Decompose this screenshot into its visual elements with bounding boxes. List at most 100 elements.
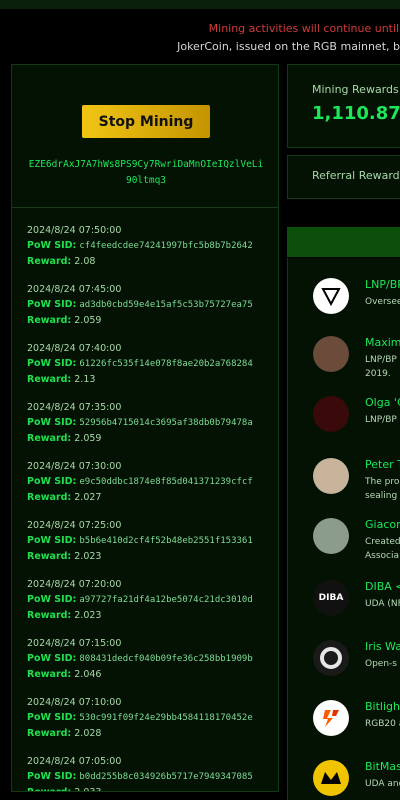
mining-record: 2024/8/24 07:15:00 PoW SID: 808431dedcf04… [27, 636, 277, 695]
record-sid: cf4feedcdee74241997bfc5b8b7b2642 [79, 241, 253, 251]
partner-name: Iris Wa [365, 640, 400, 653]
reward-label: Reward: [27, 728, 72, 739]
mining-record: 2024/8/24 07:20:00 PoW SID: a97727fa21df4… [27, 577, 277, 636]
record-reward: 2.08 [74, 256, 96, 267]
partner-desc-line: RGB20 a [365, 719, 400, 729]
record-time: 2024/8/24 07:50:00 [27, 225, 122, 236]
mining-record: 2024/8/24 07:50:00 PoW SID: cf4feedcdee74… [27, 223, 277, 282]
partner-name: Peter T [365, 458, 400, 471]
mining-record: 2024/8/24 07:40:00 PoW SID: 61226fc535f14… [27, 341, 277, 400]
portrait-icon [313, 518, 349, 554]
partner-description: Created Associa [365, 535, 400, 563]
partner-description: Overseen [365, 295, 400, 309]
record-time: 2024/8/24 07:25:00 [27, 520, 122, 531]
mining-record: 2024/8/24 07:45:00 PoW SID: ad3db0cbd59e4… [27, 282, 277, 341]
partner-name: DIBA < [365, 580, 400, 593]
record-time: 2024/8/24 07:20:00 [27, 579, 122, 590]
reward-label: Reward: [27, 492, 72, 503]
partner-desc-line: UDA (NF [365, 599, 400, 609]
notice-banner: Mining activities will continue until th… [0, 20, 400, 60]
sid-label: PoW SID: [27, 240, 77, 251]
partner-item[interactable]: Olga 'C LNP/BP [288, 396, 400, 456]
record-reward: 2.027 [74, 492, 102, 503]
portrait-icon [313, 458, 349, 494]
reward-label: Reward: [27, 374, 72, 385]
bitlight-logo-icon [313, 700, 349, 736]
divider [12, 207, 278, 208]
reward-label: Reward: [27, 551, 72, 562]
mining-record: 2024/8/24 07:35:00 PoW SID: 52956b4715014… [27, 400, 277, 459]
reward-label: Reward: [27, 787, 71, 791]
partner-name: Bitlight [365, 700, 400, 713]
partner-desc-line: Overseen [365, 297, 400, 307]
stop-mining-button[interactable]: Stop Mining [82, 105, 210, 138]
partner-desc-line: UDA and [365, 779, 400, 789]
partner-name: Maxim [365, 336, 400, 349]
record-time: 2024/8/24 07:10:00 [27, 697, 122, 708]
partners-list: LNP/BP Overseen Maxim LNP/BP 2019. Olga 'C LNP… [287, 258, 400, 800]
mining-record: 2024/8/24 07:25:00 PoW SID: b5b6e410d2cf4… [27, 518, 277, 577]
mining-record: 2024/8/24 07:10:00 PoW SID: 530c991f09f24… [27, 695, 277, 754]
record-sid: 808431dedcf040b09fe36c258bb1909b [79, 654, 253, 664]
partner-item[interactable]: Bitlight RGB20 a [288, 700, 400, 760]
record-reward: 2.028 [74, 728, 102, 739]
record-reward: 2.023 [74, 610, 102, 621]
reward-label: Reward: [27, 315, 72, 326]
record-time: 2024/8/24 07:15:00 [27, 638, 122, 649]
mining-rewards-card: Mining Rewards 1,110.878 [287, 64, 400, 148]
portrait-icon [313, 336, 349, 372]
partner-item[interactable]: DIBA DIBA < UDA (NF [288, 580, 400, 640]
sid-label: PoW SID: [27, 476, 77, 487]
record-reward: 2.059 [74, 315, 102, 326]
sid-label: PoW SID: [27, 653, 77, 664]
record-sid: 61226fc535f14e078f8ae20b2a768284 [79, 359, 253, 369]
mining-record: 2024/8/24 07:30:00 PoW SID: e9c50ddbc1874… [27, 459, 277, 518]
partner-name: LNP/BP [365, 278, 400, 291]
top-bar [0, 0, 400, 9]
partner-desc-line: 2019. [365, 369, 391, 379]
record-reward: 2.046 [74, 669, 102, 680]
record-sid: b5b6e410d2cf4f52b48eb2551f153361 [79, 536, 253, 546]
partner-desc-line: sealing [365, 491, 398, 501]
record-time: 2024/8/24 07:05:00 [27, 756, 122, 767]
reward-label: Reward: [27, 433, 72, 444]
sid-label: PoW SID: [27, 417, 77, 428]
avatar-text: DIBA [318, 593, 344, 603]
partner-item[interactable]: LNP/BP Overseen [288, 278, 400, 338]
partner-name: BitMas [365, 760, 400, 773]
ring-logo-icon [313, 640, 349, 676]
record-reward: 2.13 [74, 374, 96, 385]
mining-rewards-value: 1,110.878 [312, 103, 400, 124]
record-sid: 52956b4715014c3695af38db0b79478a [79, 418, 253, 428]
partner-name: Giacon [365, 518, 400, 531]
record-reward: 2.023 [74, 551, 102, 562]
partner-item[interactable]: Maxim LNP/BP 2019. [288, 336, 400, 396]
reward-label: Reward: [27, 256, 72, 267]
portrait-icon [313, 396, 349, 432]
record-time: 2024/8/24 07:40:00 [27, 343, 122, 354]
triangle-logo-icon [313, 278, 349, 314]
record-sid: ad3db0cbd59e4e15af5c53b75727ea75 [79, 300, 253, 310]
partner-item[interactable]: BitMas UDA and [288, 760, 400, 800]
sid-label: PoW SID: [27, 358, 77, 369]
sid-label: PoW SID: [27, 594, 77, 605]
referral-reward-label: Referral Reward [312, 169, 400, 182]
partners-header-bar [287, 227, 400, 257]
sid-label: PoW SID: [27, 771, 77, 782]
record-reward: 2.033 [74, 787, 101, 791]
partner-item[interactable]: Iris Wa Open-s [288, 640, 400, 700]
partner-item[interactable]: Giacon Created Associa [288, 518, 400, 578]
record-time: 2024/8/24 07:45:00 [27, 284, 122, 295]
mining-rewards-label: Mining Rewards [312, 83, 399, 96]
referral-reward-card[interactable]: Referral Reward [287, 155, 400, 199]
sid-label: PoW SID: [27, 712, 77, 723]
partner-desc-line: Associa [365, 551, 400, 561]
partner-item[interactable]: Peter T The pro sealing [288, 458, 400, 518]
partner-desc-line: Open-s [365, 659, 397, 669]
partner-description: LNP/BP [365, 413, 397, 427]
partner-description: UDA (NF [365, 597, 400, 611]
record-sid: a97727fa21df4a12be5074c21dc3010d [79, 595, 253, 605]
partner-description: UDA and [365, 777, 400, 791]
record-reward: 2.059 [74, 433, 102, 444]
partner-name: Olga 'C [365, 396, 400, 409]
